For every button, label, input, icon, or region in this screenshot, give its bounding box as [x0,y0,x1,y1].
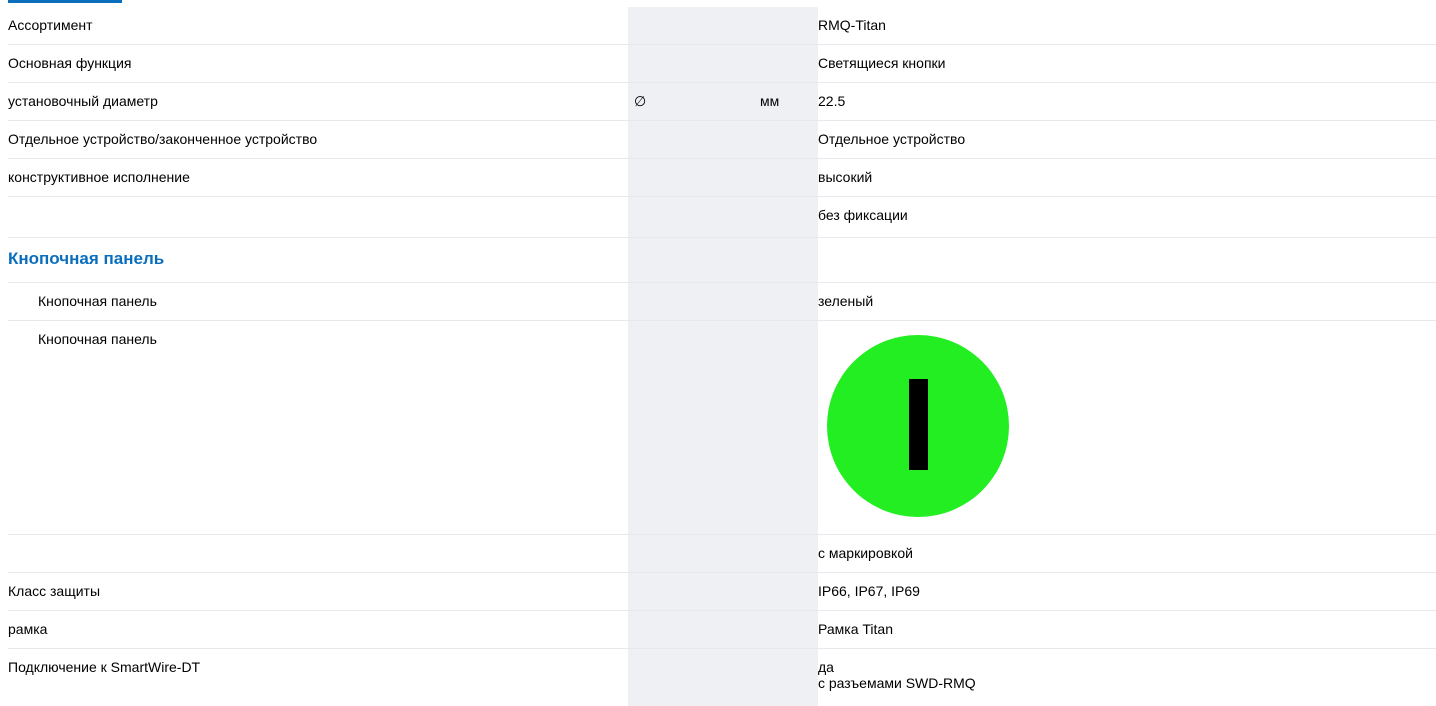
row-value [818,238,1436,282]
row-label: установочный диаметр [8,93,158,109]
row-label: Кнопочная панель [38,293,157,309]
table-row: рамка Рамка Titan [8,611,1436,649]
row-label: рамка [8,621,48,637]
row-value: без фиксации [818,207,908,223]
row-label [8,197,628,237]
row-unit [744,535,818,572]
row-unit [744,611,818,648]
row-unit [744,7,818,44]
row-value: зеленый [818,293,874,309]
table-row: Кнопочная панель [8,321,1436,535]
row-value: высокий [818,169,873,185]
row-value: Отдельное устройство [818,131,966,147]
table-row: установочный диаметр ∅ мм 22.5 [8,83,1436,121]
row-value: с маркировкой [818,545,913,561]
row-unit [744,45,818,82]
value-line: с разъемами SWD-RMQ [818,675,976,691]
row-symbol [628,197,744,237]
table-row: Основная функция Светящиеся кнопки [8,45,1436,83]
row-value: Светящиеся кнопки [818,55,946,71]
row-unit [744,649,818,706]
specification-table: Ассортимент RMQ-Titan Основная функция С… [0,0,1436,706]
table-row: Подключение к SmartWire-DT да с разъемам… [8,649,1436,706]
table-row: Ассортимент RMQ-Titan [8,7,1436,45]
row-symbol [628,573,744,610]
table-row: с маркировкой [8,535,1436,573]
row-label: Класс защиты [8,583,101,599]
row-symbol [628,121,744,158]
row-symbol [628,535,744,572]
row-label: Кнопочная панель [38,331,157,347]
row-symbol [628,283,744,320]
button-face-marking-I-icon [827,335,1009,517]
row-symbol [628,45,744,82]
row-label [8,535,628,572]
row-value: IP66, IP67, IP69 [818,583,920,599]
table-row: без фиксации [8,197,1436,238]
row-symbol [628,7,744,44]
table-row: конструктивное исполнение высокий [8,159,1436,197]
row-value: да с разъемами SWD-RMQ [818,649,1436,706]
row-value [818,321,1436,534]
section-header-row: Кнопочная панель [8,238,1436,283]
row-value: RMQ-Titan [818,17,886,33]
row-value: Рамка Titan [818,621,893,637]
row-unit [744,283,818,320]
row-label: конструктивное исполнение [8,169,190,185]
row-unit [744,573,818,610]
table-row: Отдельное устройство/законченное устройс… [8,121,1436,159]
row-label: Подключение к SmartWire-DT [8,659,201,675]
row-value: 22.5 [818,93,846,109]
table-row: Кнопочная панель зеленый [8,283,1436,321]
row-symbol [628,321,744,534]
row-label: Отдельное устройство/законченное устройс… [8,131,318,147]
row-symbol [628,649,744,706]
section-header-accent [8,0,122,3]
row-symbol [628,611,744,648]
row-symbol [628,238,744,282]
row-unit [744,159,818,196]
value-line: да [818,659,834,675]
diameter-symbol: ∅ [628,83,744,120]
table-row: Класс защиты IP66, IP67, IP69 [8,573,1436,611]
row-unit: мм [744,83,818,120]
row-unit [744,197,818,237]
row-unit [744,321,818,534]
row-symbol [628,159,744,196]
section-title: Кнопочная панель [8,249,165,268]
row-label: Основная функция [8,55,132,71]
row-unit [744,238,818,282]
row-unit [744,121,818,158]
row-label: Ассортимент [8,17,93,33]
